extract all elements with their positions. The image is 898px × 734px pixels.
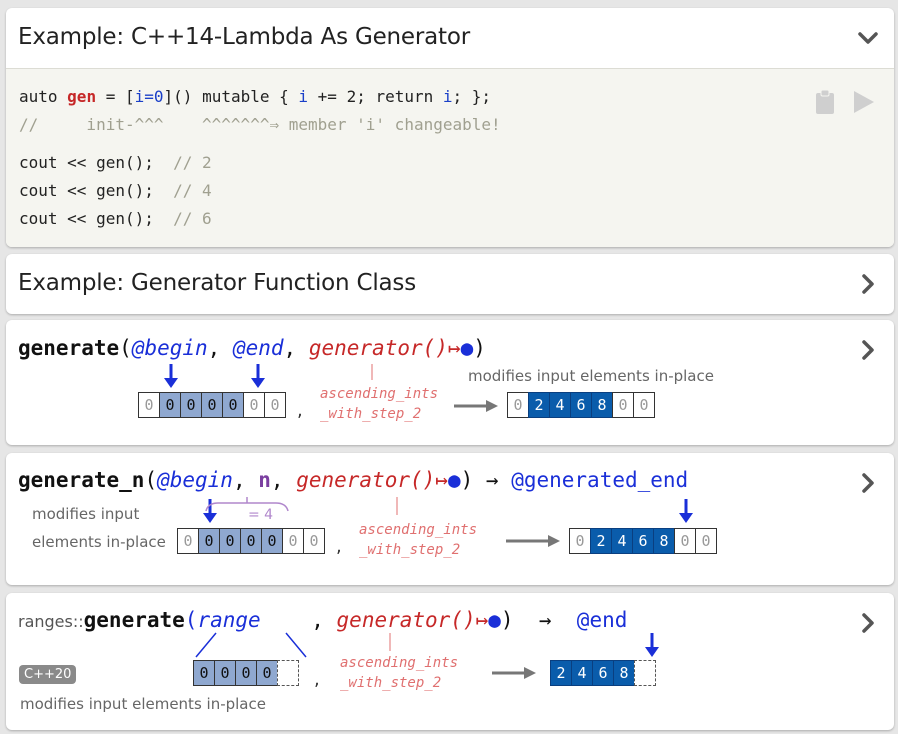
- separator-comma: ,: [336, 536, 342, 557]
- cell: 0: [214, 660, 236, 686]
- cell: 0: [240, 528, 262, 554]
- code-line-5: cout << gen(); // 6: [19, 209, 212, 228]
- cell: 4: [611, 528, 633, 554]
- output-cells: 2 4 6 8: [550, 660, 656, 686]
- gen-identifier: gen: [67, 87, 97, 106]
- panel-title: Example: C++14-Lambda As Generator: [18, 24, 470, 50]
- output-cells: 0 2 4 6 8 0 0: [569, 528, 717, 554]
- cell: 0: [222, 392, 244, 418]
- cell: 0: [507, 392, 529, 418]
- cell: 0: [282, 528, 304, 554]
- separator-comma: ,: [314, 669, 320, 690]
- code-line-2-comment: // init-^^^ ^^^^^^^⇒ member 'i' changeab…: [19, 115, 501, 134]
- modifies-note: modifies input elements in-place: [20, 695, 266, 713]
- modifies-note: modifies input elements in-place: [468, 367, 714, 385]
- input-cells: 0 0 0 0 0 0 0: [138, 392, 286, 418]
- cell: 4: [549, 392, 571, 418]
- generate-n-signature: generate_n(@begin, n, generator()↦●) → @…: [18, 468, 689, 492]
- cell: 0: [261, 528, 283, 554]
- cell: 0: [264, 392, 286, 418]
- cell: 6: [570, 392, 592, 418]
- cell: 0: [612, 392, 634, 418]
- cell: 0: [201, 392, 223, 418]
- input-cells: 0 0 0 0: [193, 660, 299, 686]
- expand-chevron-icon[interactable]: [856, 611, 880, 635]
- cell: 6: [632, 528, 654, 554]
- cell: 0: [695, 528, 717, 554]
- cell: 0: [159, 392, 181, 418]
- example-generator-class-panel[interactable]: Example: Generator Function Class: [6, 254, 894, 314]
- run-play-icon[interactable]: [852, 89, 876, 115]
- cell: 8: [591, 392, 613, 418]
- cell: 8: [613, 660, 635, 686]
- generate-panel[interactable]: generate(@begin, @end, generator()↦●) mo…: [6, 320, 894, 445]
- cell: 0: [180, 392, 202, 418]
- code-line-3: cout << gen(); // 2: [19, 153, 212, 172]
- cell: 0: [198, 528, 220, 554]
- expand-chevron-icon[interactable]: [856, 338, 880, 362]
- expand-chevron-icon[interactable]: [856, 272, 880, 296]
- separator-comma: ,: [297, 400, 303, 421]
- cell: 0: [219, 528, 241, 554]
- modifies-note-line2: elements in-place: [32, 533, 166, 551]
- cell: 8: [653, 528, 675, 554]
- expand-chevron-icon[interactable]: [856, 471, 880, 495]
- cell: 0: [193, 660, 215, 686]
- generator-label: ascending_ints _with_step_2: [320, 386, 439, 422]
- cell: 0: [303, 528, 325, 554]
- collapse-chevron-icon[interactable]: [856, 26, 880, 50]
- cell: 0: [674, 528, 696, 554]
- cell: 4: [571, 660, 593, 686]
- generate-n-panel[interactable]: generate_n(@begin, n, generator()↦●) → @…: [6, 453, 894, 585]
- generator-label: ascending_ints _with_step_2: [359, 522, 478, 558]
- namespace-prefix: ranges::: [18, 612, 84, 631]
- ranges-generate-signature: ranges::generate(range , generator()↦●) …: [18, 608, 628, 632]
- cpp20-badge: C++20: [19, 665, 77, 684]
- end-sentinel-cell: [634, 660, 656, 686]
- cell: 0: [177, 528, 199, 554]
- cell: 0: [243, 392, 265, 418]
- code-block: auto gen = [i=0]() mutable { i += 2; ret…: [6, 68, 894, 247]
- cell: 0: [235, 660, 257, 686]
- panel-title: Example: Generator Function Class: [18, 270, 417, 296]
- example-lambda-generator-panel: Example: C++14-Lambda As Generator auto …: [6, 8, 894, 247]
- generate-signature: generate(@begin, @end, generator()↦●): [18, 336, 486, 360]
- modifies-note-line1: modifies input: [32, 505, 140, 523]
- ranges-generate-panel[interactable]: ranges::generate(range , generator()↦●) …: [6, 593, 894, 730]
- generator-label: ascending_ints _with_step_2: [340, 655, 459, 691]
- output-cells: 0 2 4 6 8 0 0: [507, 392, 655, 418]
- copy-clipboard-icon[interactable]: [815, 89, 835, 115]
- code-line-4: cout << gen(); // 4: [19, 181, 212, 200]
- cell: 2: [528, 392, 550, 418]
- init-capture: i=0: [134, 87, 164, 106]
- input-cells: 0 0 0 0 0 0 0: [177, 528, 325, 554]
- cell: 2: [550, 660, 572, 686]
- cell: 2: [590, 528, 612, 554]
- n-value-label: = 4: [248, 507, 274, 523]
- end-sentinel-cell: [277, 660, 299, 686]
- cell: 0: [256, 660, 278, 686]
- cell: 6: [592, 660, 614, 686]
- cell: 0: [569, 528, 591, 554]
- cell: 0: [138, 392, 160, 418]
- cell: 0: [633, 392, 655, 418]
- code-line-1: auto gen = [i=0]() mutable { i += 2; ret…: [19, 87, 492, 106]
